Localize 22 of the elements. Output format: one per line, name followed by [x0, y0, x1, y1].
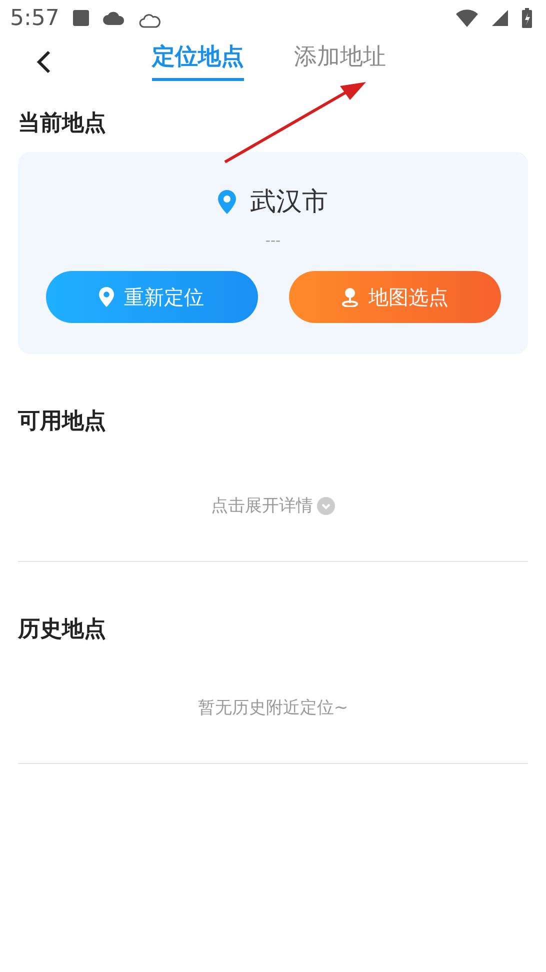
tab[interactable]: 添加地址 [294, 41, 386, 81]
chevron-down-icon [317, 496, 335, 514]
signal-icon [492, 10, 508, 26]
section-title: 历史地点 [16, 616, 107, 644]
map-select-button[interactable]: 地图选点 [288, 271, 500, 323]
relocate-button[interactable]: 重新定位 [46, 271, 258, 323]
notification-icon [73, 10, 90, 26]
location-pin-icon [218, 190, 236, 214]
cloud-icon [103, 11, 126, 25]
section-title: 当前地点 [17, 110, 107, 138]
wifi-icon [456, 9, 478, 27]
location-detail: --- [265, 233, 281, 249]
map-pin-icon [340, 287, 358, 307]
location-pin-icon [99, 287, 114, 307]
tab[interactable]: 定位地点 [152, 41, 244, 81]
city-name: 武汉市 [250, 186, 328, 219]
status-time: 5:57 [10, 6, 60, 30]
expand-details-link[interactable]: 点击展开详情 [211, 494, 335, 517]
empty-history-text: 暂无历史附近定位~ [198, 697, 348, 719]
battery-icon [522, 8, 532, 28]
section-title: 可用地点 [17, 408, 107, 436]
back-icon [36, 50, 52, 74]
